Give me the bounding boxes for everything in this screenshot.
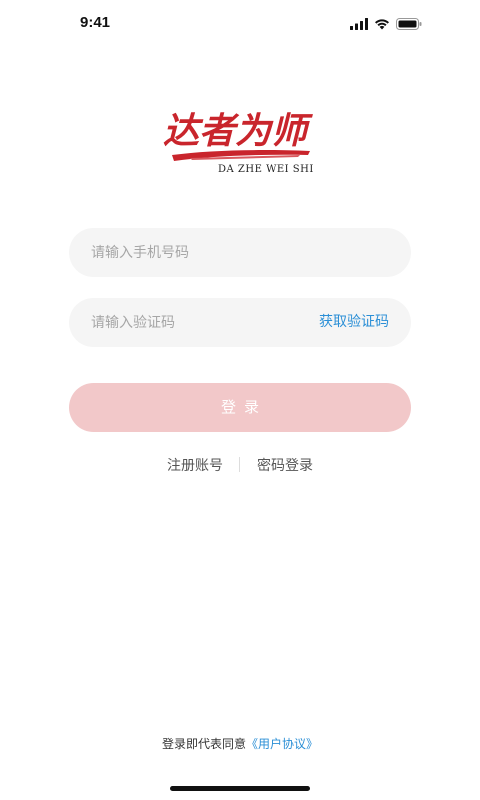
- phone-input[interactable]: [91, 228, 391, 277]
- signal-icon: [350, 15, 368, 34]
- login-button[interactable]: 登录: [69, 383, 411, 432]
- phone-field[interactable]: [69, 228, 411, 277]
- code-input[interactable]: [91, 298, 291, 347]
- wifi-icon: [374, 15, 390, 34]
- link-divider: [239, 457, 240, 472]
- get-code-button[interactable]: 获取验证码: [319, 298, 389, 347]
- logo-subtitle: DA ZHE WEI SHI: [218, 164, 314, 175]
- password-login-link[interactable]: 密码登录: [257, 455, 313, 475]
- logo-text: 达者为师: [163, 110, 313, 152]
- user-agreement-link[interactable]: 《用户协议》: [246, 737, 318, 751]
- auth-links: 注册账号 密码登录: [0, 455, 480, 475]
- battery-icon: [396, 15, 422, 34]
- code-field[interactable]: 获取验证码: [69, 298, 411, 347]
- status-bar: 9:41: [0, 0, 480, 44]
- register-link[interactable]: 注册账号: [167, 455, 223, 475]
- home-indicator: [170, 786, 310, 791]
- agreement-text: 登录即代表同意《用户协议》: [0, 735, 480, 752]
- agreement-prefix: 登录即代表同意: [161, 737, 246, 751]
- status-time: 9:41: [80, 14, 111, 31]
- status-icons: [350, 15, 422, 34]
- login-screen: 9:41 达者为师 DA ZHE WEI SHI 请输入手机号码 请输入验证码 …: [0, 0, 480, 800]
